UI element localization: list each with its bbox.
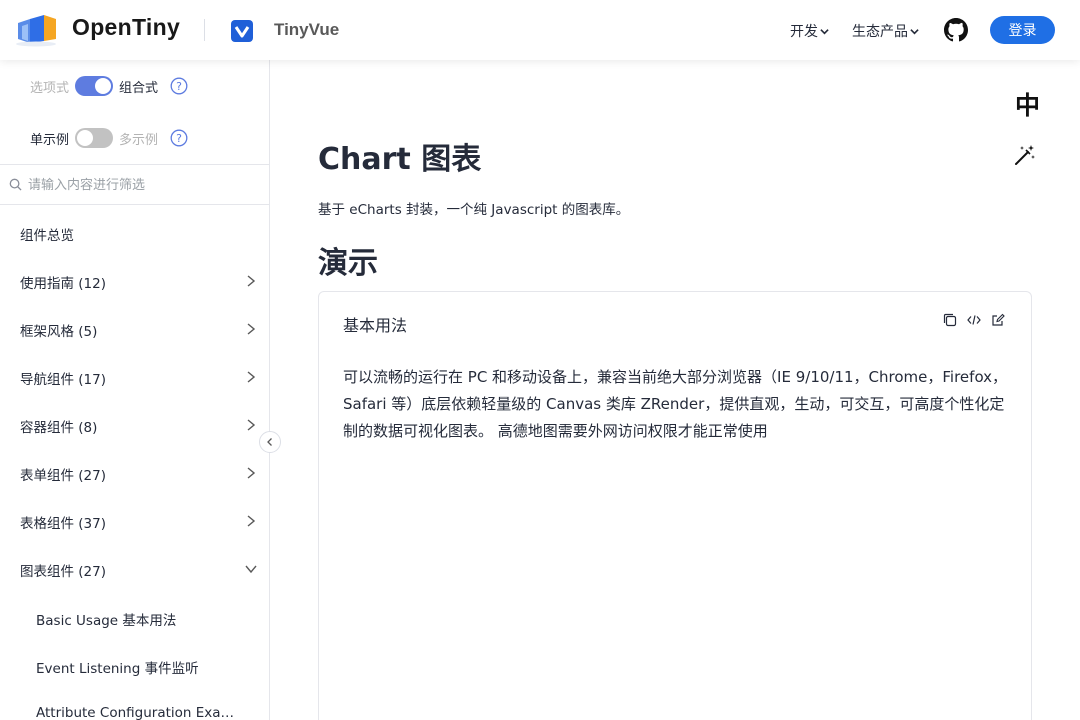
page-description: 基于 eCharts 封装，一个纯 Javascript 的图表库。 [318, 202, 630, 218]
sidebar-item-label: 组件总览 [20, 228, 74, 244]
sidebar-item-table[interactable]: 表格组件 (37) [0, 500, 268, 544]
sidebar-item-framework-style[interactable]: 框架风格 (5) [0, 308, 268, 352]
sidebar-item-label: 表格组件 (37) [20, 516, 107, 532]
chevron-right-icon [247, 275, 256, 287]
api-composition-label: 组合式 [119, 80, 159, 96]
demo-description: 可以流畅的运行在 PC 和移动设备上，兼容当前绝大部分浏览器（IE 9/10/1… [343, 368, 1008, 440]
example-toggle-row: 单示例 多示例 ? [30, 128, 188, 148]
product-name[interactable]: TinyVue [274, 20, 339, 40]
sidebar-item-label: 框架风格 (5) [20, 324, 98, 340]
sidebar-item-label: 表单组件 (27) [20, 468, 107, 484]
chevron-right-icon [247, 467, 256, 479]
sidebar-item-chart[interactable]: 图表组件 (27) [0, 548, 268, 592]
login-button[interactable]: 登录 [990, 16, 1055, 44]
github-icon[interactable] [944, 18, 968, 42]
opentiny-logo-icon[interactable] [14, 13, 60, 47]
svg-text:?: ? [176, 80, 182, 93]
nav-develop[interactable]: 开发 [790, 21, 829, 41]
chevron-down-icon [910, 28, 919, 34]
chevron-right-icon [247, 323, 256, 335]
tinyvue-logo-icon[interactable] [231, 20, 253, 42]
sidebar-item-label: 使用指南 (12) [20, 276, 107, 292]
chevron-right-icon [247, 371, 256, 383]
switch-knob [95, 78, 112, 94]
edit-icon[interactable] [991, 313, 1005, 327]
help-icon[interactable]: ? [170, 129, 188, 147]
sidebar-item-navigation[interactable]: 导航组件 (17) [0, 356, 268, 400]
chevron-down-icon [820, 28, 829, 34]
search-icon [9, 178, 22, 191]
sidebar-item-form[interactable]: 表单组件 (27) [0, 452, 268, 496]
sidebar-item-guide[interactable]: 使用指南 (12) [0, 260, 268, 304]
chevron-right-icon [247, 419, 256, 431]
sidebar-item-container[interactable]: 容器组件 (8) [0, 404, 268, 448]
sidebar: 选项式 组合式 ? 单示例 多示例 ? 组件总览 使用指南 (12) 框架风格 … [0, 60, 270, 720]
section-title-demo: 演示 [318, 246, 378, 281]
single-example-label: 单示例 [30, 132, 70, 148]
sidebar-subitem-basic-usage[interactable]: Basic Usage 基本用法 [0, 596, 268, 640]
nav-ecosystem-label: 生态产品 [852, 24, 908, 40]
demo-toolbar [943, 313, 1005, 327]
sidebar-subitem-label: Basic Usage 基本用法 [36, 613, 177, 629]
chevron-down-icon [245, 565, 257, 574]
sidebar-collapse-button[interactable] [259, 431, 281, 453]
nav-ecosystem[interactable]: 生态产品 [852, 21, 919, 41]
sidebar-subitem-event-listening[interactable]: Event Listening 事件监听 [0, 644, 268, 688]
sidebar-subitem-attribute-config[interactable]: Attribute Configuration Exam... [0, 692, 268, 720]
code-icon[interactable] [967, 313, 981, 327]
page-title: Chart 图表 [318, 142, 482, 177]
copy-icon[interactable] [943, 313, 957, 327]
demo-card: 基本用法 可以流畅的运行在 PC 和移动设备上，兼容当前绝大部分浏览器（IE 9… [318, 291, 1032, 720]
api-style-switch[interactable] [75, 76, 114, 96]
header-divider [204, 19, 205, 41]
multi-example-label: 多示例 [119, 132, 159, 148]
sidebar-divider [0, 204, 270, 205]
example-mode-switch[interactable] [75, 128, 114, 148]
sidebar-item-overview[interactable]: 组件总览 [0, 212, 268, 256]
sidebar-item-label: 容器组件 (8) [20, 420, 98, 436]
sidebar-item-label: 图表组件 (27) [20, 564, 107, 580]
brand-name[interactable]: OpenTiny [72, 14, 180, 41]
sidebar-divider [0, 164, 270, 165]
top-header: OpenTiny TinyVue 开发 生态产品 登录 [0, 0, 1080, 60]
language-switch[interactable]: 中 [1015, 86, 1040, 122]
help-icon[interactable]: ? [170, 77, 188, 95]
demo-title: 基本用法 [343, 316, 408, 335]
switch-knob [77, 130, 94, 146]
svg-text:?: ? [176, 132, 182, 145]
api-option-label: 选项式 [30, 80, 70, 96]
chevron-right-icon [247, 515, 256, 527]
magic-wand-icon[interactable] [1013, 143, 1037, 167]
filter-search-input[interactable] [28, 173, 258, 197]
sidebar-subitem-label: Event Listening 事件监听 [36, 661, 199, 677]
sidebar-item-label: 导航组件 (17) [20, 372, 107, 388]
sidebar-subitem-label: Attribute Configuration Exam... [36, 705, 246, 720]
nav-develop-label: 开发 [790, 24, 818, 40]
chevron-left-icon [267, 438, 272, 446]
api-style-toggle-row: 选项式 组合式 ? [30, 76, 188, 96]
